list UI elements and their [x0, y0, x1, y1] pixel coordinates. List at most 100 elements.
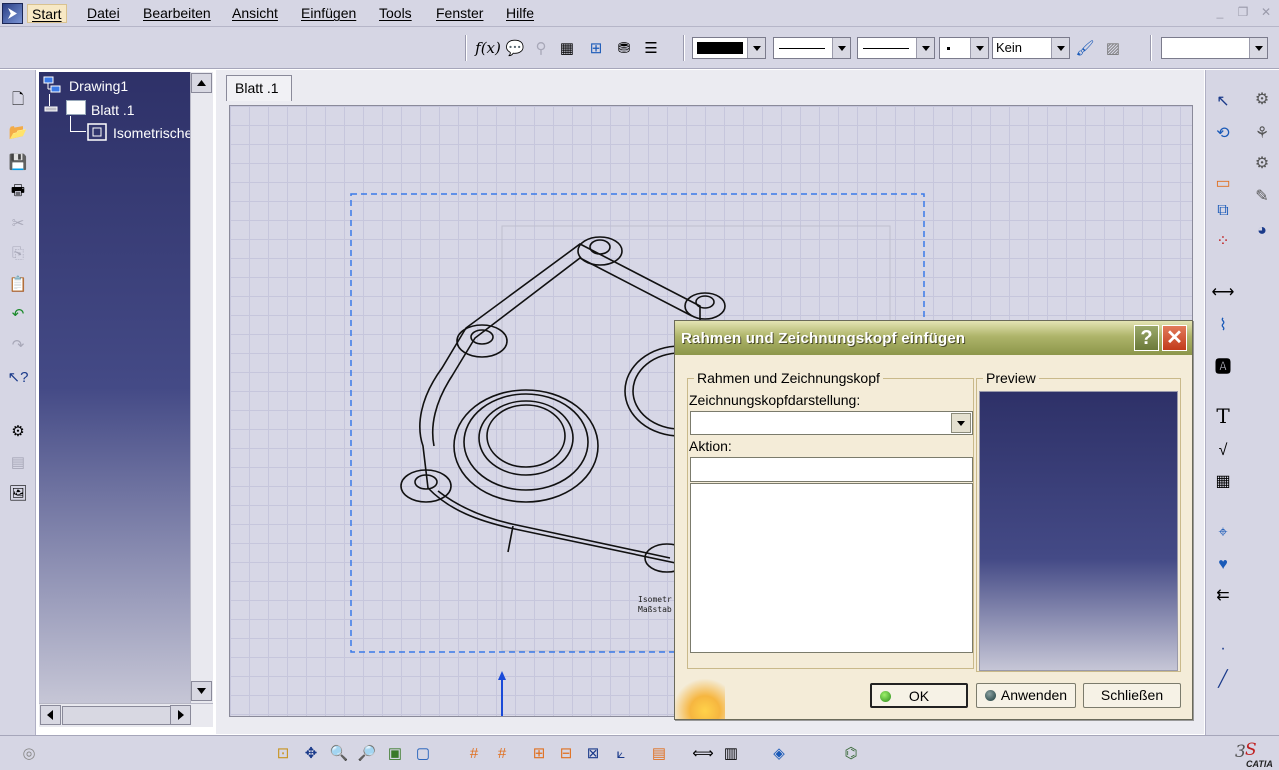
sketch-icon[interactable]: ✎	[1251, 185, 1273, 207]
table-insert-icon[interactable]: ▦	[1212, 470, 1234, 492]
fit-all-icon[interactable]: ⊡	[272, 742, 294, 764]
zoom-area-icon[interactable]: ▢	[412, 742, 434, 764]
print-icon[interactable]: 🖶	[7, 181, 29, 203]
scroll-thumb[interactable]	[62, 706, 176, 725]
chevron-down-icon[interactable]	[1051, 38, 1069, 58]
grid-icon[interactable]: #	[463, 742, 485, 764]
tools-icon[interactable]: ⚙	[7, 420, 29, 442]
sheet-frame-icon[interactable]: ▭	[1212, 172, 1234, 194]
layer-icon[interactable]: ☰	[640, 37, 662, 59]
menu-tools[interactable]: Tools	[375, 4, 416, 23]
chevron-down-icon[interactable]	[951, 413, 971, 433]
tree-structure-icon[interactable]: ⊞	[585, 37, 607, 59]
menu-ansicht[interactable]: Ansicht	[228, 4, 282, 23]
select-arrow-icon[interactable]: ↖	[1212, 90, 1234, 112]
arrow-icon[interactable]: ⇇	[1212, 584, 1234, 606]
whats-this-help-icon[interactable]: ↖?	[7, 366, 29, 388]
workbench-icon[interactable]: ◕	[1251, 220, 1273, 242]
catalog-icon[interactable]: ⛃	[613, 37, 635, 59]
update-icon[interactable]: ⟲	[1212, 122, 1234, 144]
tree-node-view[interactable]: Isometrische	[113, 125, 191, 141]
pan-icon[interactable]: ✥	[300, 742, 322, 764]
close-window-icon[interactable]: ✕	[1259, 6, 1273, 18]
dimension-tools-icon[interactable]: ⟺	[692, 742, 714, 764]
point-icon[interactable]: ·	[1212, 638, 1234, 660]
menu-fenster[interactable]: Fenster	[432, 4, 487, 23]
tree-node-sheet[interactable]: Blatt .1	[91, 102, 135, 118]
tree-vertical-scrollbar[interactable]	[190, 72, 213, 703]
help-button[interactable]: ?	[1134, 325, 1159, 351]
normal-view-icon[interactable]: ▣	[384, 742, 406, 764]
constraint-icon[interactable]: ⊟	[555, 742, 577, 764]
comment-icon[interactable]: 💬	[504, 37, 526, 59]
zoom-out-icon[interactable]: 🔎	[356, 742, 378, 764]
compass-icon[interactable]: ◎	[18, 742, 40, 764]
tree-node-drawing[interactable]: Drawing1	[69, 78, 128, 94]
save-icon[interactable]: 💾	[7, 151, 29, 173]
settings-icon[interactable]: ⚙	[1251, 152, 1273, 174]
snap-icon[interactable]: #	[491, 742, 513, 764]
filter-icon[interactable]: ▤	[648, 742, 670, 764]
line-color-select[interactable]	[692, 37, 766, 59]
line-icon[interactable]: ╱	[1212, 668, 1234, 690]
chevron-down-icon[interactable]	[832, 38, 850, 58]
hatching-icon[interactable]: ▨	[1102, 37, 1124, 59]
paste-icon[interactable]: 📋	[7, 273, 29, 295]
text-icon[interactable]: T	[1212, 404, 1234, 428]
line-thickness-select[interactable]	[773, 37, 851, 59]
print-preview-icon[interactable]: ▥	[720, 742, 742, 764]
menu-einfuegen[interactable]: Einfügen	[297, 4, 360, 23]
scroll-right-button[interactable]	[170, 705, 191, 725]
action-list[interactable]	[690, 483, 973, 653]
apply-button[interactable]: Anwenden	[976, 683, 1076, 708]
menu-start[interactable]: Start	[27, 4, 67, 23]
tree-horizontal-scrollbar[interactable]	[39, 703, 213, 727]
dimension-icon[interactable]: ⟷	[1212, 281, 1235, 303]
point-type-select[interactable]	[939, 37, 989, 59]
roughness-symbol-icon[interactable]: √	[1212, 440, 1234, 462]
paintbrush-icon[interactable]: 🖌	[1074, 37, 1096, 59]
titleblock-style-select[interactable]	[690, 411, 973, 435]
line-type-select[interactable]	[857, 37, 935, 59]
open-folder-icon[interactable]: 📂	[7, 121, 29, 143]
catia-app-icon[interactable]	[2, 3, 23, 24]
new-document-icon[interactable]: 🗋	[7, 90, 29, 112]
scroll-down-button[interactable]	[191, 681, 212, 701]
pattern-select[interactable]: Kein	[992, 37, 1070, 59]
menu-bearbeiten[interactable]: Bearbeiten	[139, 4, 215, 23]
layer-3d-icon[interactable]: ◈	[768, 742, 790, 764]
scroll-left-button[interactable]	[40, 705, 61, 725]
text-annotation-icon[interactable]: 🅰	[1212, 354, 1234, 376]
dimension-system-icon[interactable]: ⟀	[610, 742, 632, 764]
network-icon[interactable]: ⌬	[840, 742, 862, 764]
chevron-down-icon[interactable]	[970, 38, 988, 58]
center-line-icon[interactable]: ⌖	[1212, 522, 1234, 544]
image-capture-icon[interactable]: 🖼	[7, 482, 29, 504]
scroll-up-button[interactable]	[191, 73, 212, 93]
undo-icon[interactable]: ↶	[7, 303, 29, 325]
chevron-down-icon[interactable]	[916, 38, 934, 58]
geometry-icon[interactable]: ⊠	[582, 742, 604, 764]
chevron-down-icon[interactable]	[747, 38, 765, 58]
minimize-icon[interactable]: _	[1213, 6, 1227, 18]
dimension-generation-icon[interactable]: ⌇	[1212, 314, 1234, 336]
menu-datei[interactable]: Datei	[83, 4, 124, 23]
tab-sheet[interactable]: Blatt .1	[226, 75, 292, 101]
zoom-in-icon[interactable]: 🔍	[328, 742, 350, 764]
style-select[interactable]	[1161, 37, 1268, 59]
gears-icon[interactable]: ⚙	[1251, 88, 1273, 110]
action-field[interactable]	[690, 457, 973, 482]
table-icon[interactable]: ▦	[556, 37, 578, 59]
analysis-display-icon[interactable]: ⊞	[528, 742, 550, 764]
view-icon[interactable]	[87, 123, 107, 141]
restore-icon[interactable]: ❐	[1236, 6, 1250, 18]
ok-button[interactable]: OK	[870, 683, 968, 708]
views-icon[interactable]: ⧉	[1212, 200, 1234, 222]
menu-hilfe[interactable]: Hilfe	[502, 4, 538, 23]
sheet-icon[interactable]	[66, 100, 86, 115]
drawing-tree-icon[interactable]	[43, 76, 61, 94]
chevron-down-icon[interactable]	[1249, 38, 1267, 58]
generation-icon[interactable]: ⁘	[1212, 230, 1234, 252]
analysis-icon[interactable]: ⚘	[1251, 122, 1273, 144]
area-fill-icon[interactable]: ♥	[1212, 554, 1234, 576]
